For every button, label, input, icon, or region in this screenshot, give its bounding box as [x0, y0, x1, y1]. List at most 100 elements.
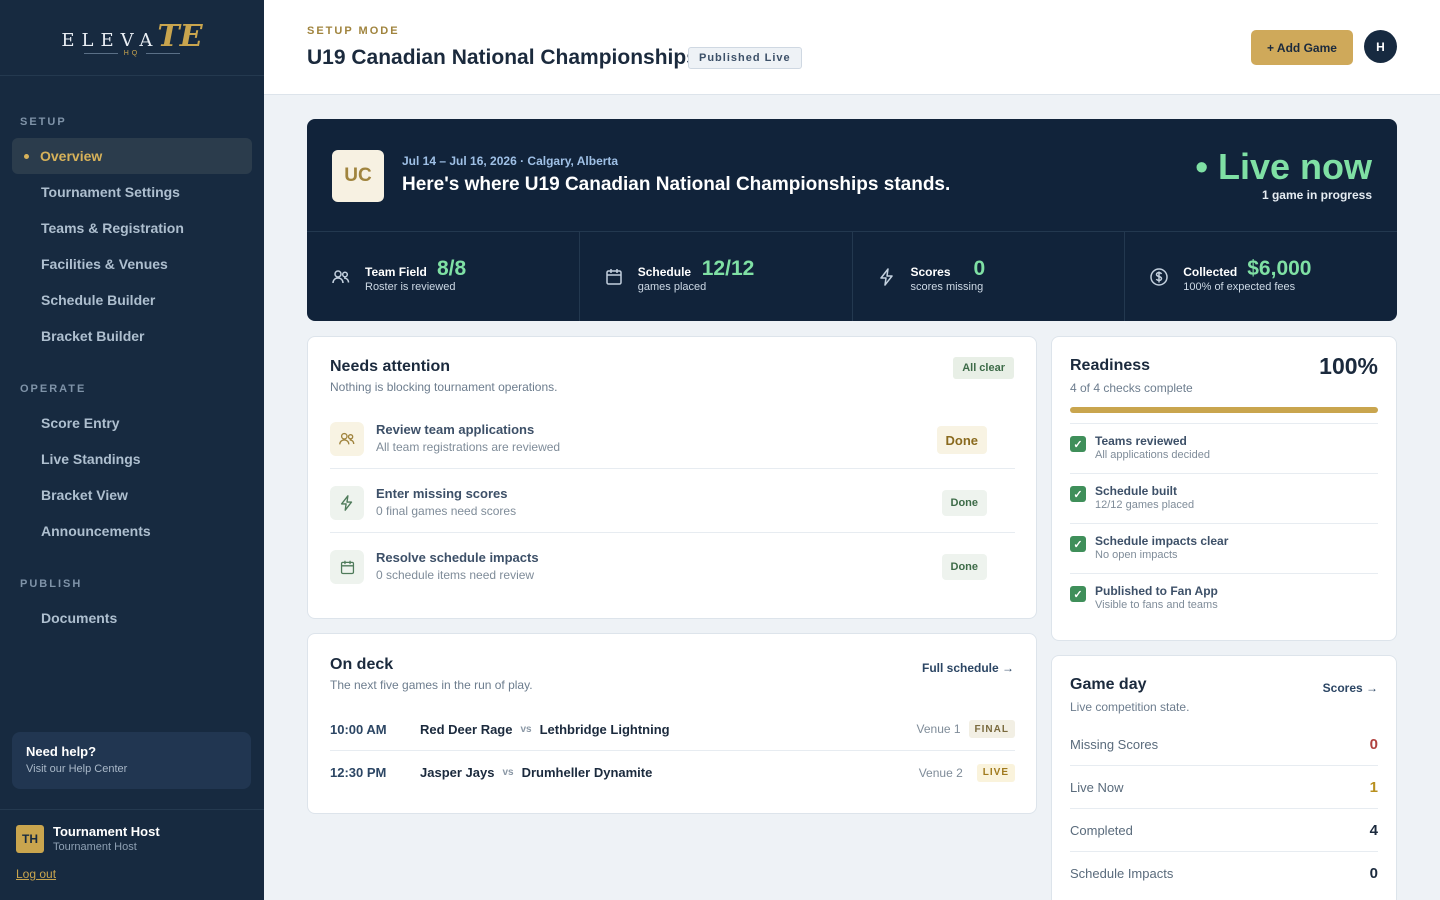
home-team: Red Deer Rage	[420, 721, 513, 737]
nav-publish: PUBLISH Documents	[0, 578, 264, 636]
stat-sub: games placed	[637, 281, 707, 293]
check-item: ✓ Schedule built 12/12 games placed	[1070, 473, 1378, 523]
nav-operate: OPERATE Score Entry Live Standings Brack…	[0, 383, 264, 549]
tournament-status-message: Here's where U19 Canadian National Champ…	[402, 174, 951, 195]
card-title: Needs attention	[330, 358, 451, 375]
add-game-button[interactable]: + Add Game	[1251, 30, 1353, 65]
game-row[interactable]: 12:30 PM Jasper Jays vs Drumheller Dynam…	[330, 751, 1015, 794]
checkbox-checked-icon: ✓	[1070, 536, 1086, 552]
card-subtitle: 4 of 4 checks complete	[1070, 381, 1193, 395]
logo-sub: HQ	[84, 50, 181, 57]
attention-sub: All team registrations are reviewed	[376, 440, 561, 454]
attention-item-schedule-impacts[interactable]: Resolve schedule impacts 0 schedule item…	[330, 533, 1015, 597]
attention-title: Review team applications	[376, 422, 535, 437]
status-badge: Published Live	[688, 47, 802, 69]
user-panel: TH Tournament Host Tournament Host Log o…	[0, 809, 264, 900]
vs-label: vs	[502, 767, 514, 778]
sidebar-item-tournament-settings[interactable]: Tournament Settings	[12, 174, 252, 210]
all-clear-badge: All clear	[953, 357, 1014, 379]
attention-title: Enter missing scores	[376, 486, 508, 501]
game-time: 12:30 PM	[330, 765, 387, 780]
sidebar-item-bracket-builder[interactable]: Bracket Builder	[12, 318, 252, 354]
tournament-date-location: Jul 14 – Jul 16, 2026 · Calgary, Alberta	[402, 154, 619, 168]
readiness-progress-bar	[1070, 407, 1378, 413]
game-row[interactable]: 10:00 AM Red Deer Rage vs Lethbridge Lig…	[330, 708, 1015, 751]
attention-item-review-applications[interactable]: Review team applications All team regist…	[330, 405, 1015, 469]
logout-link[interactable]: Log out	[16, 867, 56, 881]
gameday-value: 0	[1369, 735, 1378, 753]
sidebar-item-documents[interactable]: Documents	[12, 600, 252, 636]
card-title: Game day	[1070, 676, 1147, 693]
gameday-row-completed: Completed 4	[1070, 809, 1378, 852]
tournament-hero: UC Jul 14 – Jul 16, 2026 · Calgary, Albe…	[307, 119, 1397, 321]
home-team: Jasper Jays	[420, 765, 495, 780]
nav-section-title: PUBLISH	[20, 578, 83, 590]
stat-sub: 100% of expected fees	[1183, 281, 1296, 293]
checkbox-checked-icon: ✓	[1070, 586, 1086, 602]
sidebar-item-score-entry[interactable]: Score Entry	[12, 405, 252, 441]
check-title: Schedule built	[1095, 484, 1178, 498]
stat-value: 8/8	[437, 257, 467, 280]
stat-team-field[interactable]: Team Field 8/8 Roster is reviewed	[307, 232, 580, 321]
status-badge: Done	[936, 426, 987, 454]
dollar-icon	[1150, 268, 1168, 286]
sidebar-item-overview[interactable]: Overview	[12, 138, 252, 174]
sidebar-item-bracket-view[interactable]: Bracket View	[12, 477, 252, 513]
stat-collected[interactable]: Collected $6,000 100% of expected fees	[1125, 232, 1397, 321]
live-indicator: • Live now	[1195, 146, 1372, 187]
logo-wordmark: ELEVA TE	[61, 19, 202, 54]
attention-item-missing-scores[interactable]: Enter missing scores 0 final games need …	[330, 469, 1015, 533]
logo[interactable]: ELEVA TE HQ	[0, 0, 264, 76]
gameday-row-live-now: Live Now 1	[1070, 766, 1378, 809]
check-item: ✓ Published to Fan App Visible to fans a…	[1070, 573, 1378, 623]
checkbox-checked-icon: ✓	[1070, 486, 1086, 502]
stat-schedule[interactable]: Schedule 12/12 games placed	[580, 232, 853, 321]
stat-label: Team Field	[365, 265, 427, 279]
mode-label: SETUP MODE	[307, 25, 400, 37]
stat-label: Schedule	[637, 265, 692, 279]
gameday-label: Completed	[1070, 822, 1133, 838]
user-role: Tournament Host	[53, 841, 137, 853]
page-title: U19 Canadian National Championships	[307, 46, 698, 69]
card-title: On deck	[330, 656, 394, 673]
sidebar-item-teams-registration[interactable]: Teams & Registration	[12, 210, 252, 246]
check-title: Published to Fan App	[1095, 584, 1218, 598]
readiness-card: Readiness 4 of 4 checks complete 100% ✓ …	[1051, 336, 1397, 641]
nav-setup: SETUP Overview Tournament Settings Teams…	[0, 116, 264, 354]
sidebar-item-live-standings[interactable]: Live Standings	[12, 441, 252, 477]
user-avatar: TH	[16, 824, 44, 853]
sidebar-item-announcements[interactable]: Announcements	[12, 513, 252, 549]
check-sub: All applications decided	[1095, 449, 1210, 461]
gameday-label: Schedule Impacts	[1070, 866, 1174, 881]
gameday-value: 1	[1369, 778, 1378, 796]
stat-scores[interactable]: Scores 0 scores missing	[853, 232, 1126, 321]
checkbox-checked-icon: ✓	[1070, 436, 1086, 452]
check-title: Teams reviewed	[1095, 434, 1187, 448]
help-link[interactable]: Visit our Help Center	[26, 763, 237, 775]
gameday-value: 0	[1369, 865, 1378, 882]
scores-link[interactable]: Scores →	[1323, 681, 1378, 695]
check-sub: 12/12 games placed	[1095, 499, 1195, 511]
sidebar-item-facilities-venues[interactable]: Facilities & Venues	[12, 246, 252, 282]
status-badge: Done	[941, 554, 987, 580]
stat-label: Scores	[910, 265, 951, 279]
bolt-icon	[330, 486, 364, 520]
check-item: ✓ Teams reviewed All applications decide…	[1070, 423, 1378, 473]
card-subtitle: Live competition state.	[1070, 700, 1190, 714]
tournament-logo: UC	[332, 150, 384, 202]
help-center-card[interactable]: Need help? Visit our Help Center	[12, 732, 251, 789]
game-venue: Venue 2	[918, 765, 963, 780]
gameday-label: Live Now	[1070, 779, 1124, 795]
stats-row: Team Field 8/8 Roster is reviewed Schedu…	[307, 231, 1397, 321]
nav-section-title: OPERATE	[20, 383, 87, 395]
stat-sub: Roster is reviewed	[365, 281, 456, 293]
gameday-row-missing-scores: Missing Scores 0	[1070, 723, 1378, 766]
attention-sub: 0 final games need scores	[376, 504, 517, 518]
avatar[interactable]: H	[1364, 30, 1397, 63]
full-schedule-link[interactable]: Full schedule →	[922, 661, 1014, 675]
sidebar: ELEVA TE HQ SETUP Overview Tournament Set…	[0, 0, 264, 900]
sidebar-item-schedule-builder[interactable]: Schedule Builder	[12, 282, 252, 318]
active-dot-icon	[24, 153, 29, 159]
check-title: Schedule impacts clear	[1095, 534, 1229, 548]
stat-value: $6,000	[1247, 257, 1312, 280]
